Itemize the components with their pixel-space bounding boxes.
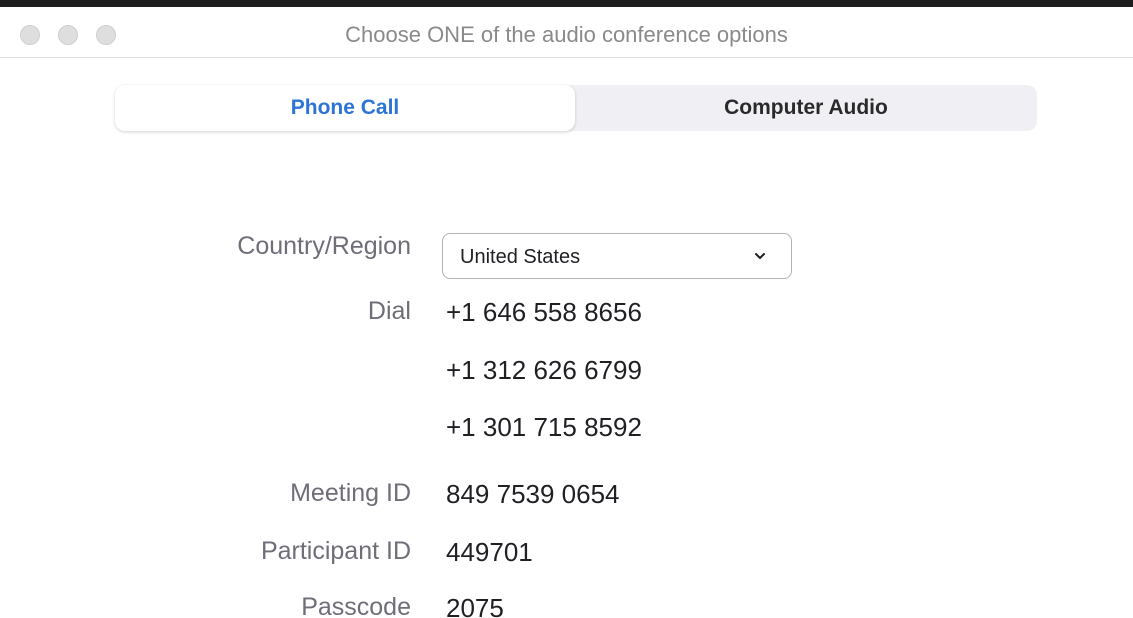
dial-number-2: +1 312 626 6799 <box>446 355 642 385</box>
country-region-label: Country/Region <box>237 232 411 260</box>
meeting-id-value: 849 7539 0654 <box>446 479 620 509</box>
participant-id-label: Participant ID <box>260 537 411 565</box>
chevron-down-icon <box>755 253 765 259</box>
meeting-id-label: Meeting ID <box>290 479 411 507</box>
country-region-value: United States <box>460 246 581 268</box>
window-title: Choose ONE of the audio conference optio… <box>345 22 788 47</box>
tab-computer-audio[interactable]: Computer Audio <box>575 85 1037 131</box>
dial-number-3: +1 301 715 8592 <box>446 412 642 442</box>
dial-number-1: +1 646 558 8656 <box>446 297 642 327</box>
passcode-value: 2075 <box>446 593 504 618</box>
country-region-select[interactable]: United States <box>442 233 792 279</box>
participant-id-value: 449701 <box>446 537 533 567</box>
audio-option-tabs: Phone Call Computer Audio <box>115 85 1037 131</box>
tab-phone-call[interactable]: Phone Call <box>115 85 575 131</box>
dial-label: Dial <box>367 297 411 325</box>
passcode-label: Passcode <box>301 593 411 618</box>
title-bar: Choose ONE of the audio conference optio… <box>0 7 1133 58</box>
audio-options-window: Choose ONE of the audio conference optio… <box>0 0 1133 618</box>
